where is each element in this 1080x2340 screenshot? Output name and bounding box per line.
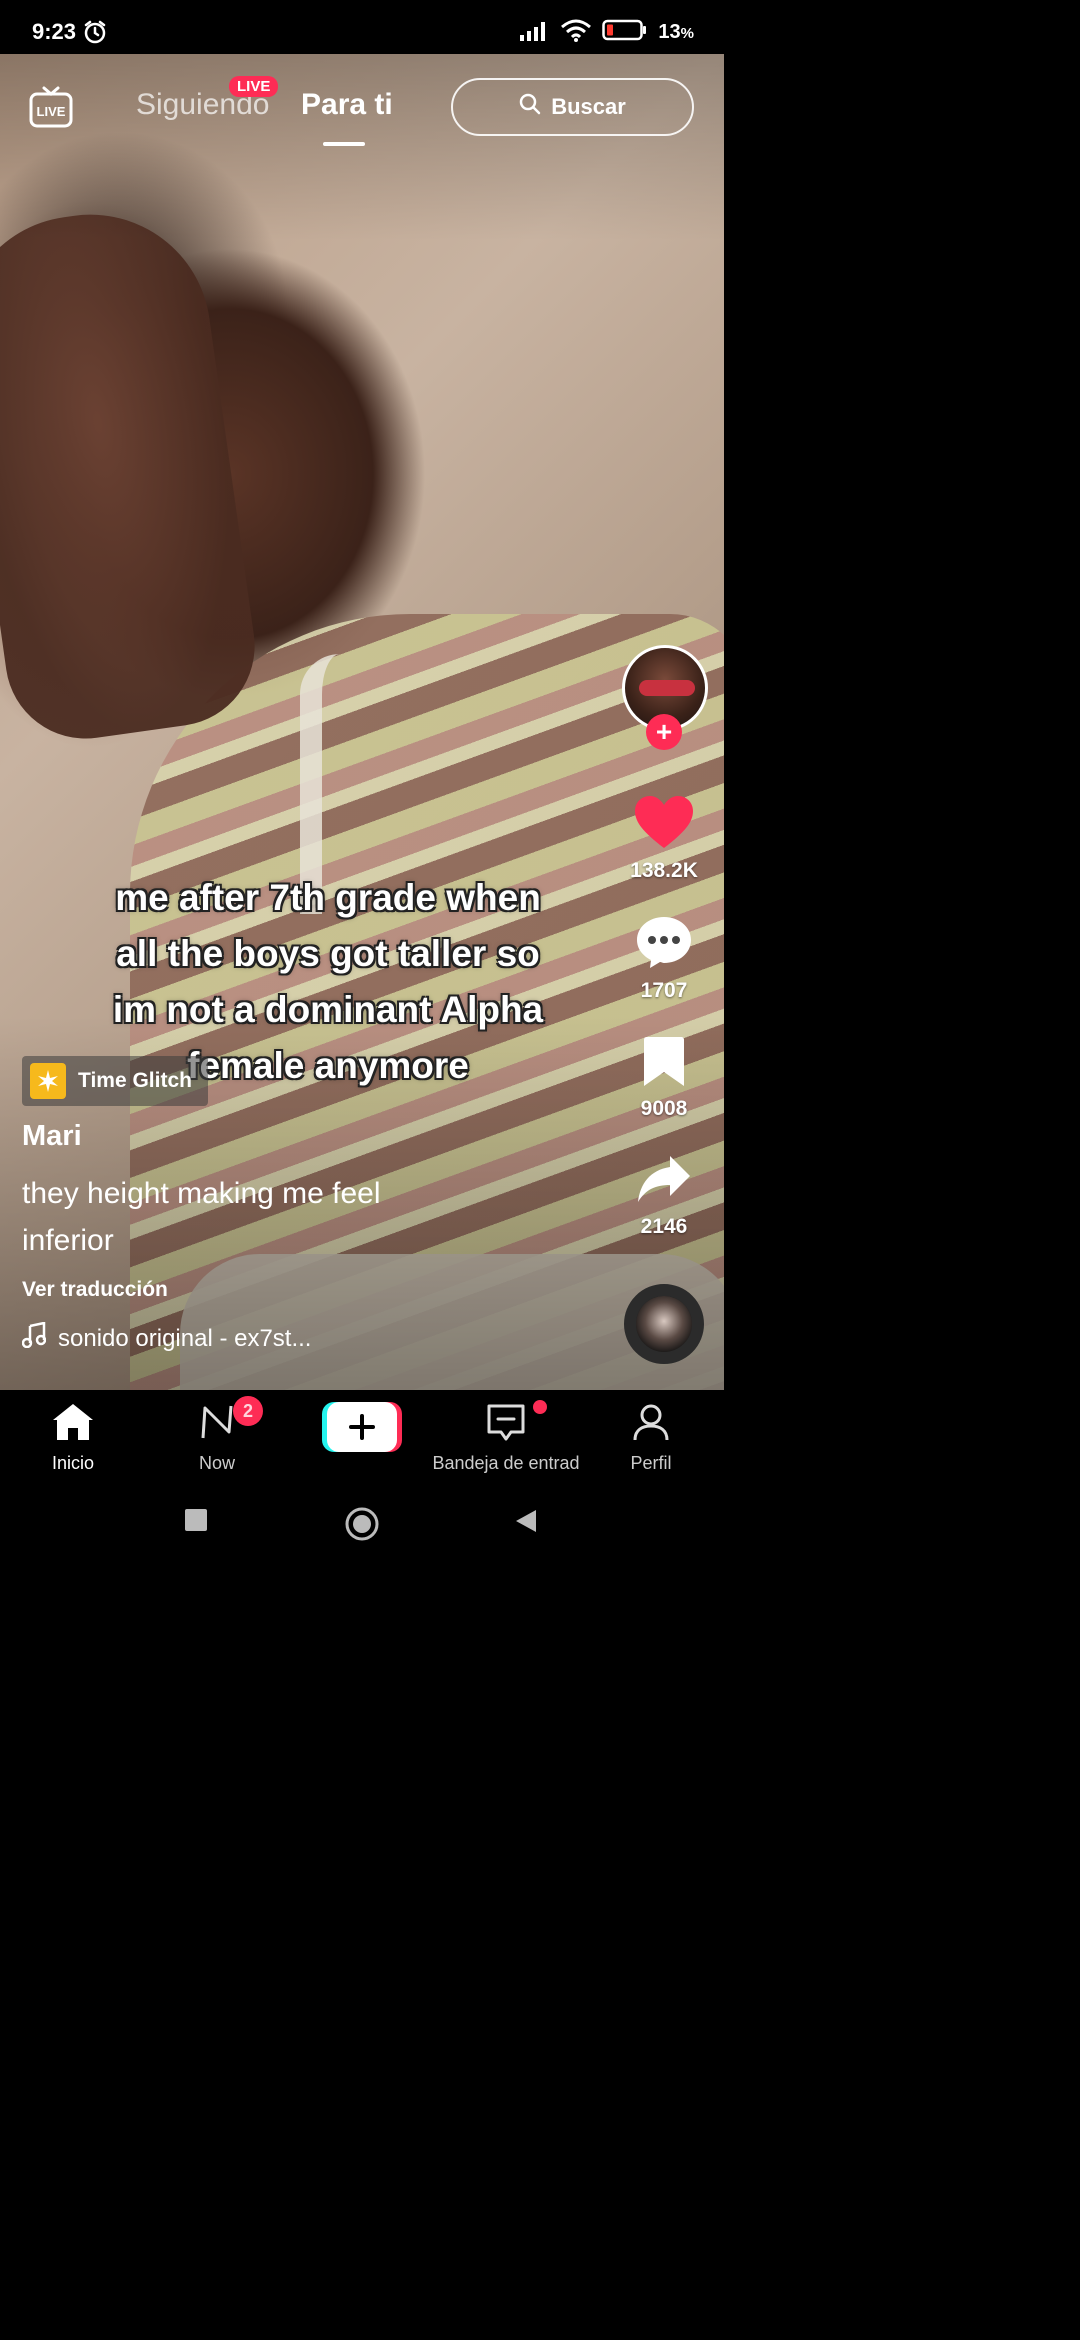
home-circle-icon[interactable] bbox=[344, 1506, 380, 1547]
sparkle-icon bbox=[30, 1063, 66, 1099]
share-arrow-icon bbox=[636, 1154, 692, 1211]
comment-count: 1707 bbox=[640, 979, 688, 1002]
effect-label: Time Glitch bbox=[78, 1069, 192, 1092]
plus-icon bbox=[327, 1402, 397, 1452]
live-badge: LIVE bbox=[229, 76, 279, 97]
creator-username[interactable]: Mari bbox=[22, 1120, 82, 1153]
now-badge: 2 bbox=[233, 1396, 263, 1426]
avatar-glasses bbox=[639, 680, 695, 696]
follow-plus-button[interactable]: + bbox=[646, 714, 682, 750]
caption-line: me after 7th grade when bbox=[115, 877, 541, 918]
back-triangle-icon[interactable] bbox=[512, 1508, 538, 1539]
nav-home[interactable]: Inicio bbox=[1, 1390, 145, 1474]
status-bar: 9:23 13% bbox=[0, 0, 724, 54]
music-disc-cover bbox=[636, 1296, 692, 1352]
search-icon bbox=[519, 93, 541, 121]
like-button[interactable]: 138.2K bbox=[622, 794, 706, 883]
see-translation-link[interactable]: Ver traducción bbox=[22, 1278, 168, 1302]
active-tab-indicator bbox=[323, 142, 365, 146]
like-count: 138.2K bbox=[630, 859, 698, 882]
music-note-icon bbox=[21, 1321, 47, 1355]
bottom-nav: Inicio Now 2 Bandeja de entrad Perfil bbox=[0, 1390, 724, 1490]
inbox-icon bbox=[485, 1402, 527, 1447]
nav-profile-label: Perfil bbox=[630, 1453, 672, 1473]
inbox-notification-dot bbox=[533, 1400, 547, 1414]
nav-home-label: Inicio bbox=[51, 1453, 95, 1473]
caption-line: im not a dominant Alpha bbox=[112, 989, 544, 1030]
nav-now[interactable]: Now 2 bbox=[145, 1390, 289, 1474]
search-button[interactable]: Buscar bbox=[451, 78, 694, 136]
battery-level: 13% bbox=[658, 21, 694, 43]
bookmark-icon bbox=[639, 1036, 689, 1093]
sound-label: sonido original - ex7st... bbox=[58, 1324, 312, 1352]
create-button[interactable] bbox=[322, 1402, 402, 1452]
battery-icon bbox=[602, 19, 648, 46]
home-icon bbox=[51, 1402, 95, 1447]
music-disc[interactable] bbox=[624, 1284, 704, 1364]
caption-line: all the boys got taller so bbox=[116, 933, 540, 974]
share-count: 2146 bbox=[640, 1215, 688, 1238]
save-button[interactable]: 9008 bbox=[622, 1036, 706, 1121]
save-count: 9008 bbox=[640, 1097, 688, 1120]
system-nav-bar bbox=[0, 1490, 724, 1568]
post-description: they height making me feel inferior bbox=[22, 1177, 381, 1257]
effect-tag[interactable]: Time Glitch bbox=[22, 1056, 208, 1106]
now-icon bbox=[197, 1402, 237, 1447]
search-label: Buscar bbox=[551, 94, 626, 119]
nav-now-label: Now bbox=[198, 1453, 235, 1473]
status-time: 9:23 bbox=[32, 19, 77, 44]
alarm-icon bbox=[82, 19, 108, 50]
nav-profile[interactable]: Perfil bbox=[579, 1390, 723, 1474]
sound-link[interactable]: sonido original - ex7st... bbox=[21, 1321, 312, 1355]
svg-text:LIVE: LIVE bbox=[37, 104, 66, 119]
comment-icon bbox=[634, 914, 694, 975]
wifi-icon bbox=[560, 18, 592, 47]
live-tv-icon[interactable]: LIVE bbox=[28, 84, 74, 130]
tab-for-you[interactable]: Para ti bbox=[301, 88, 393, 122]
person-icon bbox=[631, 1402, 671, 1447]
comment-button[interactable]: 1707 bbox=[622, 914, 706, 1003]
nav-inbox[interactable]: Bandeja de entrad bbox=[432, 1390, 580, 1474]
recents-icon[interactable] bbox=[184, 1508, 208, 1537]
heart-icon bbox=[633, 794, 695, 855]
share-button[interactable]: 2146 bbox=[622, 1154, 706, 1239]
nav-inbox-label: Bandeja de entrad bbox=[432, 1453, 580, 1473]
signal-icon bbox=[518, 19, 550, 46]
